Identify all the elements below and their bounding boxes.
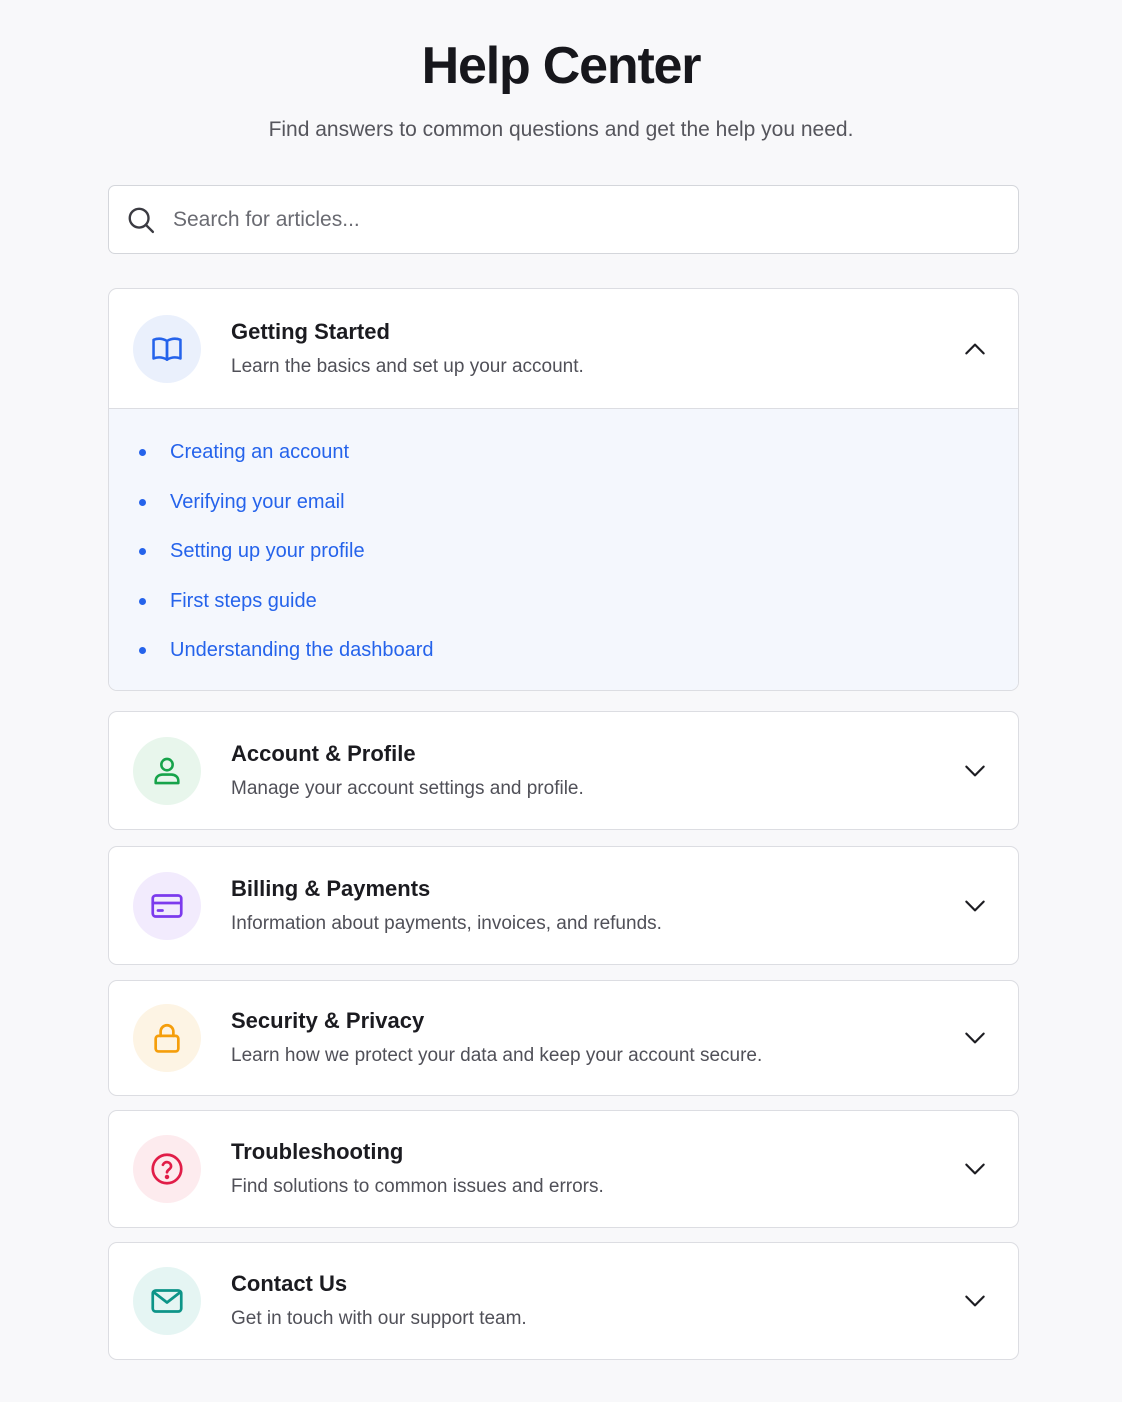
section-text: Contact Us Get in touch with our support… <box>231 1269 527 1333</box>
chevron-down-icon[interactable] <box>962 1025 988 1051</box>
user-icon <box>133 736 201 805</box>
search-bar[interactable] <box>108 185 1019 254</box>
section-description: Find solutions to common issues and erro… <box>231 1176 604 1197</box>
bullet <box>139 597 146 605</box>
chevron-down-icon[interactable] <box>962 758 988 784</box>
section-title: Contact Us <box>231 1271 348 1296</box>
section-description: Learn the basics and set up your account… <box>231 355 584 377</box>
mail-icon <box>133 1267 201 1335</box>
section-header-billing-payments[interactable]: Billing & Payments Information about pay… <box>109 847 1018 964</box>
section-header-contact-us[interactable]: Contact Us Get in touch with our support… <box>109 1243 1018 1359</box>
chevron-down-icon[interactable] <box>962 893 988 919</box>
section-getting-started: Getting Started Learn the basics and set… <box>108 288 1019 691</box>
section-description: Manage your account settings and profile… <box>231 777 584 799</box>
article-link-setting-up-profile[interactable]: Setting up your profile <box>170 540 365 563</box>
section-title: Getting Started <box>231 318 390 344</box>
section-billing-payments: Billing & Payments Information about pay… <box>108 846 1019 965</box>
section-troubleshooting: Troubleshooting Find solutions to common… <box>108 1110 1019 1228</box>
article-link-first-steps-guide[interactable]: First steps guide <box>170 590 317 613</box>
question-circle-icon <box>133 1135 201 1203</box>
section-text: Account & Profile Manage your account se… <box>231 739 584 803</box>
lock-icon <box>133 1004 201 1072</box>
chevron-down-icon[interactable] <box>962 1288 988 1314</box>
bullet <box>139 449 146 457</box>
page-subtitle: Find answers to common questions and get… <box>268 118 854 141</box>
article-link-creating-account[interactable]: Creating an account <box>170 441 349 464</box>
section-text: Security & Privacy Learn how we protect … <box>231 1006 762 1070</box>
list-item: First steps guide <box>109 577 1018 627</box>
article-link-verifying-email[interactable]: Verifying your email <box>170 491 345 514</box>
section-header-troubleshooting[interactable]: Troubleshooting Find solutions to common… <box>109 1111 1018 1227</box>
bullet <box>139 548 146 556</box>
section-title: Billing & Payments <box>231 875 431 901</box>
section-account-profile: Account & Profile Manage your account se… <box>108 711 1019 830</box>
bullet <box>139 647 146 655</box>
list-item: Verifying your email <box>109 478 1018 528</box>
section-contact-us: Contact Us Get in touch with our support… <box>108 1242 1019 1360</box>
list-item: Setting up your profile <box>109 527 1018 577</box>
search-input[interactable] <box>173 186 993 253</box>
chevron-down-icon[interactable] <box>962 1156 988 1182</box>
section-title: Troubleshooting <box>231 1139 404 1164</box>
section-article-list: Creating an account Verifying your email… <box>109 408 1018 690</box>
credit-card-icon <box>133 871 201 940</box>
section-header-account-profile[interactable]: Account & Profile Manage your account se… <box>109 712 1018 829</box>
page-title: Help Center <box>421 37 702 95</box>
section-text: Troubleshooting Find solutions to common… <box>231 1137 604 1201</box>
book-icon <box>133 314 201 383</box>
section-text: Getting Started Learn the basics and set… <box>231 317 584 381</box>
section-title: Account & Profile <box>231 740 416 766</box>
section-description: Get in touch with our support team. <box>231 1308 527 1329</box>
list-item: Creating an account <box>109 428 1018 478</box>
section-header-getting-started[interactable]: Getting Started Learn the basics and set… <box>109 289 1018 408</box>
section-text: Billing & Payments Information about pay… <box>231 874 662 938</box>
help-center-page: Help Center Find answers to common quest… <box>0 0 1122 1402</box>
section-header-security-privacy[interactable]: Security & Privacy Learn how we protect … <box>109 981 1018 1095</box>
section-title: Security & Privacy <box>231 1008 425 1033</box>
search-icon <box>109 186 173 253</box>
section-description: Learn how we protect your data and keep … <box>231 1045 763 1066</box>
chevron-up-icon[interactable] <box>962 336 988 362</box>
article-link-understanding-dashboard[interactable]: Understanding the dashboard <box>170 639 434 662</box>
section-description: Information about payments, invoices, an… <box>231 912 662 934</box>
bullet <box>139 498 146 506</box>
section-security-privacy: Security & Privacy Learn how we protect … <box>108 980 1019 1096</box>
list-item: Understanding the dashboard <box>109 626 1018 676</box>
